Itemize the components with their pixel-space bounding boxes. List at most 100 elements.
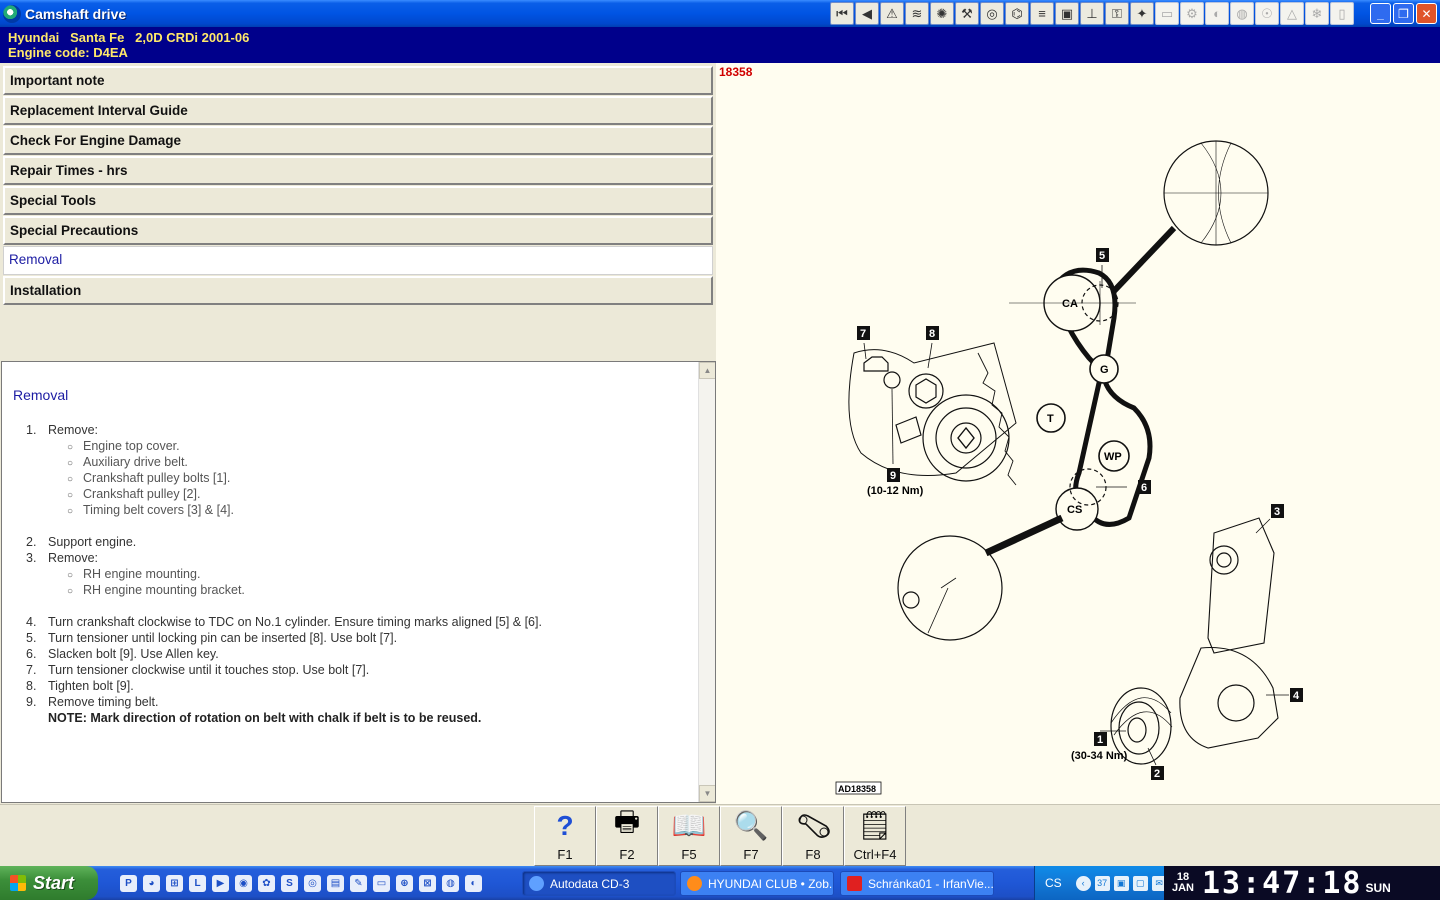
- restore-button[interactable]: ❐: [1393, 3, 1414, 24]
- timing-belt-diagram: CA G T WP CS 5 6 3 4 7 8 9 1 2 (10-12 Nm…: [835, 140, 1303, 795]
- clock-weekday: SUN: [1365, 881, 1391, 895]
- menu-important-note[interactable]: Important note: [3, 66, 713, 95]
- irfanview-icon: [847, 876, 862, 891]
- menu-special-precautions[interactable]: Special Precautions: [3, 216, 713, 245]
- tool-icon[interactable]: ⚒: [955, 2, 979, 25]
- car-icon[interactable]: ▭: [1155, 2, 1179, 25]
- belt-icon: [793, 807, 833, 844]
- task-irfanview[interactable]: Schránka01 - IrfanVie...: [840, 871, 994, 896]
- quicklaunch-app-icon[interactable]: S: [281, 875, 298, 892]
- close-button[interactable]: ✕: [1416, 3, 1437, 24]
- battery-icon[interactable]: ▣: [1055, 2, 1079, 25]
- f7-zoom-button[interactable]: 🔍 F7: [720, 806, 782, 866]
- key-icon[interactable]: ⚿: [1105, 2, 1129, 25]
- vehicle-model: Santa Fe: [70, 30, 125, 45]
- quicklaunch-app-icon[interactable]: ⊠: [419, 875, 436, 892]
- taskbar: Start P ◕ ⊞ L ▶ ◉ ✿ S ◎ ▤ ✎ ▭ ⊕ ⊠ ◍ ◐ Au…: [0, 866, 1440, 900]
- vehicle-header: Hyundai Santa Fe 2,0D CRDi 2001-06 Engin…: [0, 27, 1440, 63]
- adjustment-icon[interactable]: ≋: [905, 2, 929, 25]
- step-item: 6. Slacken bolt [9]. Use Allen key.: [26, 647, 219, 661]
- section-heading: Removal: [13, 387, 69, 403]
- label-g: G: [1100, 364, 1109, 376]
- title-bar: Camshaft drive ⏮ ◀ ⚠ ≋ ✺ ⚒ ◎ ⌬ ≡ ▣ ⊥ ⚿ ✦…: [0, 0, 1440, 27]
- quicklaunch-app-icon[interactable]: ⊕: [396, 875, 413, 892]
- clock-month: JAN: [1171, 882, 1194, 894]
- quicklaunch-app-icon[interactable]: ⊞: [166, 875, 183, 892]
- app-icon: [3, 4, 21, 23]
- menu-replacement-interval[interactable]: Replacement Interval Guide: [3, 96, 713, 125]
- tray-monitor-icon[interactable]: ▣: [1113, 875, 1129, 891]
- language-indicator[interactable]: CS: [1045, 876, 1062, 890]
- quicklaunch-app-icon[interactable]: ◕: [143, 875, 160, 892]
- ctrl-f4-notes-button[interactable]: 🗒 Ctrl+F4: [844, 806, 906, 866]
- start-button[interactable]: Start: [0, 866, 98, 900]
- autodata-icon: [529, 876, 544, 891]
- diagram-panel: CA G T WP CS 5 6 3 4 7 8 9 1 2 (10-12 Nm…: [716, 63, 1440, 804]
- quicklaunch-app-icon[interactable]: ◎: [304, 875, 321, 892]
- sub-item: Engine top cover.: [67, 439, 180, 453]
- step-item: 2. Support engine.: [26, 535, 137, 549]
- tray-window-icon[interactable]: ▢: [1132, 875, 1148, 891]
- tray-count-icon[interactable]: 37: [1094, 875, 1110, 891]
- quicklaunch-app-icon[interactable]: ✿: [258, 875, 275, 892]
- menu-special-tools[interactable]: Special Tools: [3, 186, 713, 215]
- help-icon: ?: [556, 809, 574, 841]
- gearbox-icon[interactable]: ⚙: [1180, 2, 1204, 25]
- quicklaunch-app-icon[interactable]: ▭: [373, 875, 390, 892]
- system-tray: CS ‹ 37 ▣ ▢ ✉ 18 JAN 13:47:18 SUN: [1034, 866, 1440, 900]
- diagnostics-icon[interactable]: ⌬: [1005, 2, 1029, 25]
- menu-installation[interactable]: Installation: [3, 276, 713, 305]
- f1-help-button[interactable]: ? F1: [534, 806, 596, 866]
- menu-removal[interactable]: Removal: [3, 246, 713, 275]
- quick-launch: P ◕ ⊞ L ▶ ◉ ✿ S ◎ ▤ ✎ ▭ ⊕ ⊠ ◍ ◐: [120, 875, 482, 892]
- menu-repair-times[interactable]: Repair Times - hrs: [3, 156, 713, 185]
- label-wp: WP: [1104, 451, 1122, 463]
- clock[interactable]: 18 JAN 13:47:18 SUN: [1164, 866, 1440, 900]
- back-icon[interactable]: ◀: [855, 2, 879, 25]
- f2-print-button[interactable]: 🖶 F2: [596, 806, 658, 866]
- label-cs: CS: [1067, 504, 1082, 516]
- f5-book-button[interactable]: 📖 F5: [658, 806, 720, 866]
- menu-check-engine-damage[interactable]: Check For Engine Damage: [3, 126, 713, 155]
- vehicle-variant: 2,0D CRDi 2001-06: [135, 30, 250, 45]
- quicklaunch-app-icon[interactable]: P: [120, 875, 137, 892]
- notes-icon: 🗒: [857, 810, 893, 841]
- first-page-icon[interactable]: ⏮: [830, 2, 854, 25]
- task-autodata[interactable]: Autodata CD-3: [522, 871, 676, 896]
- diagram-ref: AD18358: [838, 784, 876, 794]
- quicklaunch-app-icon[interactable]: ◉: [235, 875, 252, 892]
- scroll-up-arrow-icon[interactable]: ▲: [699, 362, 715, 379]
- brake-icon[interactable]: ◍: [1230, 2, 1254, 25]
- f8-belt-button[interactable]: F8: [782, 806, 844, 866]
- service-icon[interactable]: ✺: [930, 2, 954, 25]
- engine-icon[interactable]: ✦: [1130, 2, 1154, 25]
- aircon-icon[interactable]: ❄: [1305, 2, 1329, 25]
- quicklaunch-app-icon[interactable]: ✎: [350, 875, 367, 892]
- quicklaunch-app-icon[interactable]: ◐: [465, 875, 482, 892]
- airbag-icon[interactable]: ☉: [1255, 2, 1279, 25]
- label-t: T: [1047, 413, 1054, 425]
- scroll-down-arrow-icon[interactable]: ▼: [699, 785, 715, 802]
- vertical-scrollbar[interactable]: ▲ ▼: [698, 362, 715, 802]
- electrical-icon[interactable]: ≡: [1030, 2, 1054, 25]
- quicklaunch-app-icon[interactable]: L: [189, 875, 206, 892]
- minimize-button[interactable]: _: [1370, 3, 1391, 24]
- alert-icon[interactable]: △: [1280, 2, 1304, 25]
- vehicle-make: Hyundai: [8, 30, 60, 45]
- tray-expand-icon[interactable]: ‹: [1075, 875, 1091, 891]
- warning-icon[interactable]: ⚠: [880, 2, 904, 25]
- diagram-id: 18358: [719, 65, 753, 79]
- sub-item: RH engine mounting.: [67, 567, 200, 581]
- step-item: 4. Turn crankshaft clockwise to TDC on No…: [26, 615, 542, 629]
- clutch-icon[interactable]: ◐: [1205, 2, 1229, 25]
- quicklaunch-app-icon[interactable]: ◍: [442, 875, 459, 892]
- book-icon: 📖: [671, 810, 707, 841]
- quicklaunch-app-icon[interactable]: ▶: [212, 875, 229, 892]
- wheel-icon[interactable]: ◎: [980, 2, 1004, 25]
- task-hyundai-club[interactable]: HYUNDAI CLUB • Zob...: [680, 871, 834, 896]
- quicklaunch-app-icon[interactable]: ▤: [327, 875, 344, 892]
- step-item: 7. Turn tensioner clockwise until it touc…: [26, 663, 370, 677]
- document-icon[interactable]: ▯: [1330, 2, 1354, 25]
- lift-icon[interactable]: ⊥: [1080, 2, 1104, 25]
- belt-note: NOTE: Mark direction of rotation on belt…: [48, 711, 482, 725]
